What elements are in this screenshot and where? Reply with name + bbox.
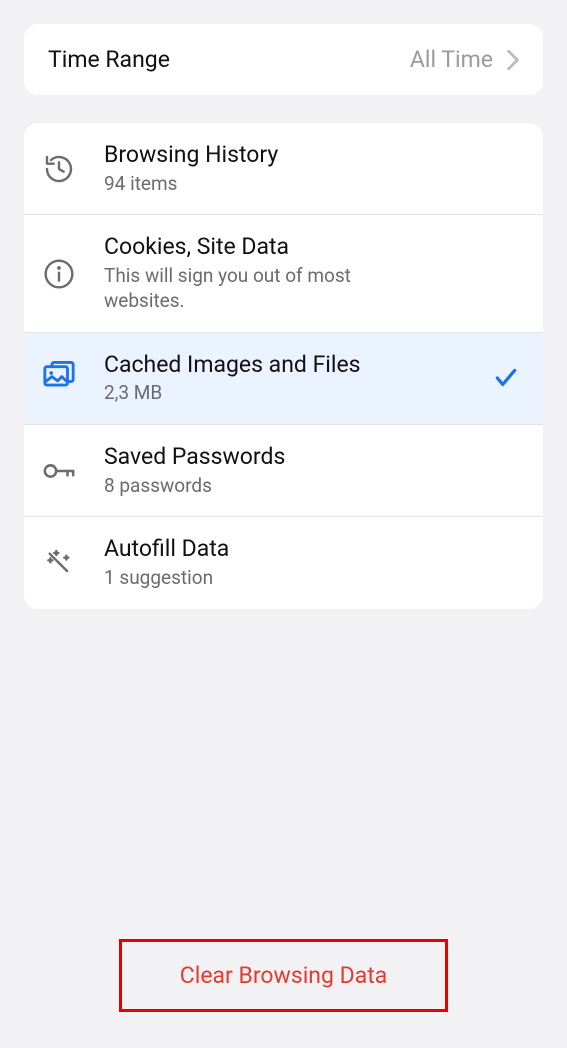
list-item-cookies[interactable]: Cookies, Site Data This will sign you ou…: [24, 214, 543, 331]
list-item-content: Autofill Data 1 suggestion: [76, 535, 519, 590]
list-item-title: Cached Images and Files: [104, 351, 493, 380]
list-item-title: Cookies, Site Data: [104, 233, 519, 262]
list-item-content: Browsing History 94 items: [76, 141, 519, 196]
chevron-right-icon: [507, 50, 519, 70]
list-item-subtitle: 2,3 MB: [104, 381, 384, 406]
info-icon: [42, 257, 76, 291]
list-item-content: Saved Passwords 8 passwords: [76, 443, 519, 498]
list-item-title: Saved Passwords: [104, 443, 519, 472]
checkmark-icon: [493, 365, 519, 391]
list-item-autofill[interactable]: Autofill Data 1 suggestion: [24, 516, 543, 608]
time-range-card: Time Range All Time: [24, 24, 543, 95]
list-item-content: Cached Images and Files 2,3 MB: [76, 351, 493, 406]
list-item-subtitle: 94 items: [104, 172, 384, 197]
history-icon: [42, 152, 76, 186]
list-item-subtitle: 1 suggestion: [104, 566, 384, 591]
clear-button-container: Clear Browsing Data: [0, 939, 567, 1012]
time-range-value-text: All Time: [410, 46, 493, 73]
data-type-list: Browsing History 94 items Cookies, Site …: [24, 123, 543, 609]
clear-browsing-data-button[interactable]: Clear Browsing Data: [119, 939, 449, 1012]
list-item-subtitle: 8 passwords: [104, 474, 384, 499]
list-item-saved-passwords[interactable]: Saved Passwords 8 passwords: [24, 424, 543, 516]
list-item-content: Cookies, Site Data This will sign you ou…: [76, 233, 519, 313]
time-range-row[interactable]: Time Range All Time: [24, 24, 543, 95]
list-item-cached-images[interactable]: Cached Images and Files 2,3 MB: [24, 332, 543, 424]
list-item-subtitle: This will sign you out of most websites.: [104, 264, 384, 313]
autofill-icon: [42, 546, 76, 580]
list-item-title: Browsing History: [104, 141, 519, 170]
list-item-title: Autofill Data: [104, 535, 519, 564]
key-icon: [42, 454, 76, 488]
images-icon: [42, 361, 76, 395]
time-range-label: Time Range: [48, 46, 170, 73]
time-range-value: All Time: [410, 46, 519, 73]
list-item-browsing-history[interactable]: Browsing History 94 items: [24, 123, 543, 214]
